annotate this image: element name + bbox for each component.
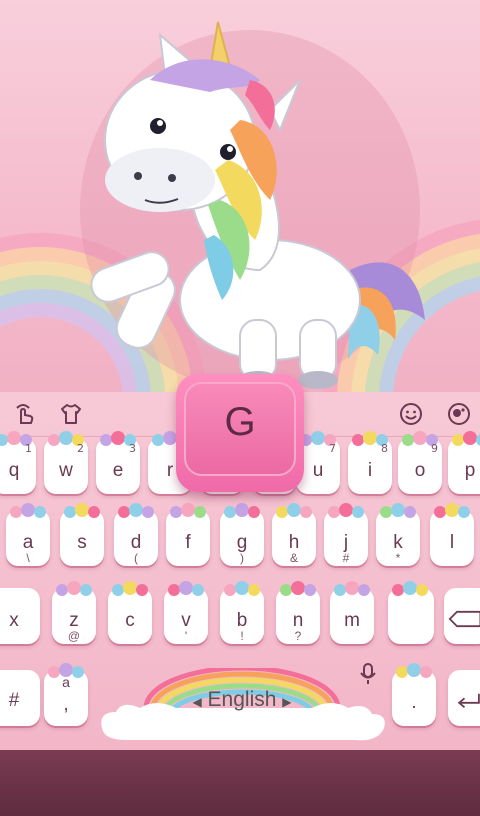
- shift-key[interactable]: x: [0, 588, 40, 644]
- key-d[interactable]: d (: [114, 503, 158, 566]
- flower-crown-icon: [168, 581, 204, 596]
- key-o[interactable]: 9 o: [398, 431, 442, 494]
- sticker-icon[interactable]: [446, 401, 472, 427]
- theme-shirt-icon[interactable]: [58, 401, 84, 427]
- chevron-right-icon[interactable]: ▶: [282, 695, 291, 709]
- flower-crown-icon: [112, 581, 148, 596]
- flower-crown-icon: [170, 503, 206, 518]
- comma-key[interactable]: a ,: [44, 663, 88, 726]
- flower-crown-icon: [328, 503, 364, 518]
- flower-crown-icon: [334, 581, 370, 596]
- key-z[interactable]: z @: [52, 581, 96, 644]
- navigation-bar-area: [0, 750, 480, 816]
- emoji-icon[interactable]: [398, 401, 424, 427]
- backspace-icon: [448, 610, 480, 628]
- key-l[interactable]: l: [430, 503, 474, 566]
- key-m[interactable]: m: [330, 581, 374, 644]
- key-v[interactable]: v ': [164, 581, 208, 644]
- key-n[interactable]: n ?: [276, 581, 320, 644]
- symbols-key[interactable]: #: [0, 670, 40, 726]
- key-h[interactable]: h &: [272, 503, 316, 566]
- flower-crown-icon: [56, 581, 92, 596]
- key-f[interactable]: f: [166, 503, 210, 566]
- flower-crown-icon: [10, 503, 46, 518]
- key-w[interactable]: 2 w: [44, 431, 88, 494]
- flower-crown-icon: [64, 503, 100, 518]
- language-label: ◀ English ▶: [192, 688, 292, 711]
- mic-icon[interactable]: [358, 662, 378, 686]
- flower-crown-icon: [280, 581, 316, 596]
- flower-crown-icon: [380, 503, 416, 518]
- key-i[interactable]: 8 i: [348, 431, 392, 494]
- flower-crown-icon: [118, 503, 154, 518]
- flower-crown-icon: [276, 503, 312, 518]
- wallpaper-preview: [0, 0, 480, 392]
- key-preview-letter: G: [224, 400, 256, 444]
- period-key[interactable]: .: [392, 663, 436, 726]
- chevron-left-icon[interactable]: ◀: [192, 695, 201, 709]
- flower-crown-icon: [434, 503, 470, 518]
- flower-crown-icon: [392, 581, 428, 596]
- backspace-key[interactable]: [444, 588, 480, 644]
- key-e[interactable]: 3 e: [96, 431, 140, 494]
- key-g[interactable]: g ): [220, 503, 264, 566]
- key-preview-popup: G: [176, 374, 304, 492]
- key-a[interactable]: a \: [6, 503, 50, 566]
- spacebar[interactable]: ◀ English ▶: [96, 668, 388, 744]
- enter-icon: [457, 693, 480, 708]
- flower-crown-icon: [452, 431, 480, 446]
- enter-key[interactable]: [448, 670, 480, 726]
- key-j[interactable]: j #: [324, 503, 368, 566]
- key-extra[interactable]: [388, 581, 434, 644]
- key-q[interactable]: 1 q: [0, 431, 36, 494]
- key-b[interactable]: b !: [220, 581, 264, 644]
- unicorn-illustration: [0, 21, 480, 392]
- swipe-hand-icon[interactable]: [12, 401, 38, 427]
- key-p[interactable]: 0 p: [448, 431, 480, 494]
- key-s[interactable]: s: [60, 503, 104, 566]
- flower-crown-icon: [224, 503, 260, 518]
- key-c[interactable]: c: [108, 581, 152, 644]
- key-k[interactable]: k *: [376, 503, 420, 566]
- flower-crown-icon: [224, 581, 260, 596]
- flower-crown-icon: [396, 663, 432, 678]
